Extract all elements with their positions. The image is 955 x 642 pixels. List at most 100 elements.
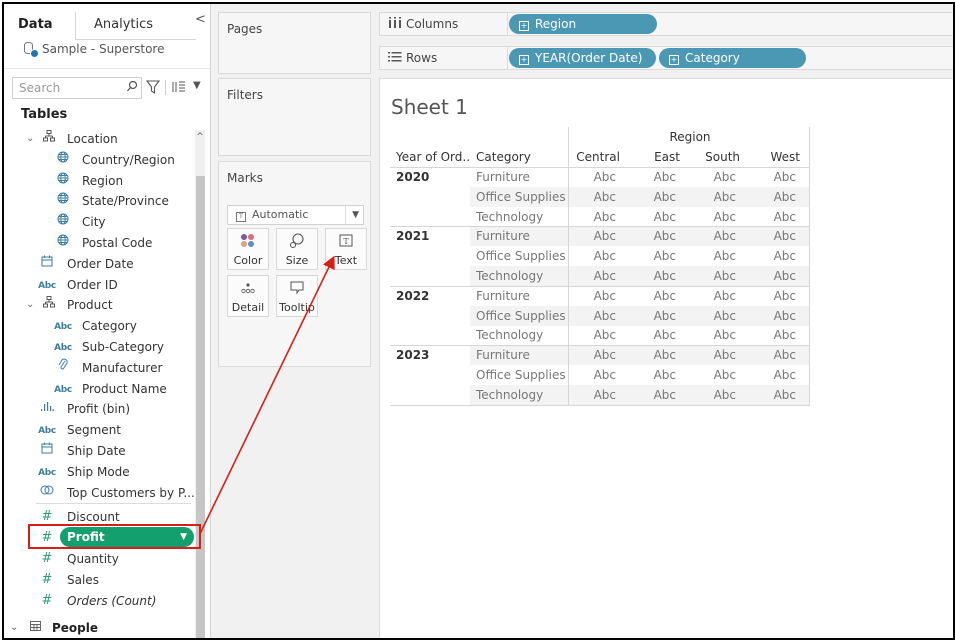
dropdown-icon[interactable]: ▼ [193,80,201,91]
category-header[interactable]: Furniture [476,345,530,365]
table-cell[interactable]: Abc [566,226,616,246]
field-item[interactable]: # Quantity [4,549,192,569]
table-cell[interactable]: Abc [746,365,796,385]
table-cell[interactable]: Abc [686,266,736,286]
table-cell[interactable]: Abc [566,306,616,326]
expand-icon[interactable]: + [519,55,529,65]
table-cell[interactable]: Abc [746,286,796,306]
field-item[interactable]: # Orders (Count) [4,591,192,611]
year-header[interactable]: 2022 [396,286,429,306]
table-cell[interactable]: Abc [686,345,736,365]
table-cell[interactable]: Abc [746,385,796,405]
category-header[interactable]: Technology [476,385,543,405]
field-item[interactable]: City [4,212,192,232]
field-item[interactable]: Ship Date [4,441,192,461]
field-item[interactable]: Profit (bin) [4,399,192,419]
tab-analytics[interactable]: Analytics [76,12,196,40]
field-item[interactable]: State/Province [4,191,192,211]
category-header[interactable]: Office Supplies [476,365,566,385]
table-cell[interactable]: Abc [746,246,796,266]
table-cell[interactable]: Abc [566,246,616,266]
size-button[interactable]: Size [276,228,318,270]
field-item[interactable]: Abc Category [4,316,192,336]
field-item[interactable]: Order Date [4,254,192,274]
table-cell[interactable]: Abc [626,246,676,266]
field-item[interactable]: Region [4,171,192,191]
table-cell[interactable]: Abc [686,167,736,187]
table-cell[interactable]: Abc [626,167,676,187]
table-cell[interactable]: Abc [686,306,736,326]
chevron-down-icon[interactable]: ⌄ [26,129,34,149]
category-header[interactable]: Furniture [476,167,530,187]
rows-shelf[interactable]: Rows + YEAR(Order Date) + Category [379,46,953,70]
table-cell[interactable]: Abc [626,266,676,286]
columns-shelf[interactable]: Columns + Region [379,12,953,36]
field-item[interactable]: Manufacturer [4,358,192,378]
field-item[interactable]: Abc Order ID [4,275,192,295]
year-header[interactable]: 2023 [396,345,429,365]
chevron-down-icon[interactable]: ⌄ [10,618,18,638]
table-cell[interactable]: Abc [626,306,676,326]
scrollbar-thumb[interactable] [196,176,205,638]
dropdown-icon[interactable]: ▼ [352,206,359,224]
field-item[interactable]: Abc Sub-Category [4,337,192,357]
field-item[interactable]: Abc Product Name [4,379,192,399]
column-header[interactable]: Central [570,147,620,167]
table-cell[interactable]: Abc [626,365,676,385]
table-cell[interactable]: Abc [626,226,676,246]
table-cell[interactable]: Abc [686,325,736,345]
row-header-category[interactable]: Category [476,147,531,167]
expand-icon[interactable]: + [519,21,529,31]
table-cell[interactable]: Abc [746,345,796,365]
table-cell[interactable]: Abc [746,187,796,207]
column-header[interactable]: West [750,147,800,167]
color-button[interactable]: Color [227,228,269,270]
year-header[interactable]: 2021 [396,226,429,246]
table-cell[interactable]: Abc [566,266,616,286]
category-header[interactable]: Furniture [476,286,530,306]
field-item[interactable]: Country/Region [4,150,192,170]
field-item[interactable]: ⌄ Location [4,129,192,149]
scroll-up-icon[interactable]: ^ [195,130,205,144]
category-pill[interactable]: + Category [659,48,806,68]
table-cell[interactable]: Abc [686,365,736,385]
table-cell[interactable]: Abc [686,385,736,405]
table-cell[interactable]: Abc [566,345,616,365]
category-header[interactable]: Technology [476,325,543,345]
column-header[interactable]: South [690,147,740,167]
row-header-year[interactable]: Year of Ord.. [396,147,470,167]
table-cell[interactable]: Abc [746,167,796,187]
table-people[interactable]: ⌄ People [10,618,190,638]
detail-button[interactable]: Detail [227,275,269,317]
table-cell[interactable]: Abc [566,286,616,306]
table-cell[interactable]: Abc [746,325,796,345]
category-header[interactable]: Technology [476,266,543,286]
table-cell[interactable]: Abc [626,325,676,345]
field-item[interactable]: Postal Code [4,233,192,253]
field-item[interactable]: Top Customers by P... [4,483,195,503]
table-cell[interactable]: Abc [566,365,616,385]
mark-type-select[interactable]: T Automatic ▼ [227,205,364,225]
year-header[interactable]: 2020 [396,167,429,187]
tab-data[interactable]: Data [4,12,76,40]
view-options-icon[interactable] [172,80,186,97]
sheet-title[interactable]: Sheet 1 [391,95,468,119]
table-cell[interactable]: Abc [566,385,616,405]
column-header[interactable]: East [630,147,680,167]
table-cell[interactable]: Abc [566,325,616,345]
tooltip-button[interactable]: Tooltip [276,275,318,317]
field-item[interactable]: # Sales [4,570,192,590]
table-cell[interactable]: Abc [746,226,796,246]
search-input[interactable]: Search [12,77,142,99]
table-cell[interactable]: Abc [746,207,796,227]
dropdown-icon[interactable]: ▼ [180,527,187,547]
filters-card[interactable]: Filters [218,78,371,156]
table-cell[interactable]: Abc [746,266,796,286]
pages-card[interactable]: Pages [218,12,371,74]
table-cell[interactable]: Abc [686,207,736,227]
region-pill[interactable]: + Region [509,14,657,34]
table-cell[interactable]: Abc [626,286,676,306]
text-button[interactable]: T Text [325,228,367,270]
field-item[interactable]: Abc Ship Mode [4,462,192,482]
expand-icon[interactable]: + [669,55,679,65]
